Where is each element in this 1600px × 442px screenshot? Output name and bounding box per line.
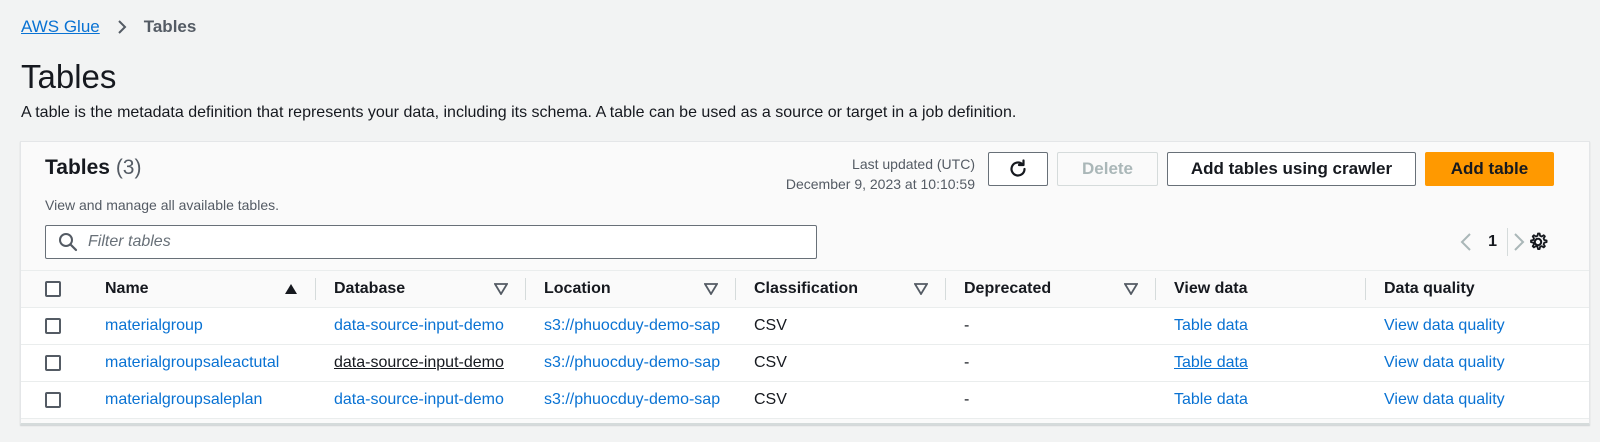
column-header-label: Classification bbox=[754, 280, 859, 297]
database-link[interactable]: data-source-input-demo bbox=[334, 354, 504, 371]
column-header-label: Name bbox=[105, 280, 149, 297]
container-title-text: Tables bbox=[45, 156, 110, 179]
column-header-location[interactable]: Location bbox=[526, 271, 736, 308]
page-number[interactable]: 1 bbox=[1488, 233, 1497, 251]
column-header-data-quality: Data quality bbox=[1366, 271, 1589, 308]
column-header-classification[interactable]: Classification bbox=[736, 271, 946, 308]
column-header-database[interactable]: Database bbox=[316, 271, 526, 308]
deprecated-value: - bbox=[964, 391, 970, 408]
database-link[interactable]: data-source-input-demo bbox=[334, 391, 504, 408]
location-link[interactable]: s3://phuocduy-demo-sap bbox=[544, 354, 720, 371]
column-header-label: Location bbox=[544, 280, 611, 297]
tables-table: Name Database Location Classification De… bbox=[21, 270, 1589, 419]
add-table-button[interactable]: Add table bbox=[1425, 152, 1554, 186]
last-updated: Last updated (UTC) December 9, 2023 at 1… bbox=[786, 154, 975, 194]
delete-button[interactable]: Delete bbox=[1057, 152, 1158, 186]
view-data-quality-link[interactable]: View data quality bbox=[1384, 354, 1505, 371]
last-updated-value: December 9, 2023 at 10:10:59 bbox=[785, 176, 975, 192]
search-icon bbox=[58, 232, 78, 252]
container-title: Tables (3) bbox=[45, 156, 141, 180]
classification-value: CSV bbox=[754, 354, 787, 371]
deprecated-value: - bbox=[964, 317, 970, 334]
filter-box bbox=[45, 225, 817, 259]
table-row: materialgroupsaleactutal data-source-inp… bbox=[21, 344, 1589, 382]
column-header-label: Data quality bbox=[1384, 280, 1475, 297]
table-count: (3) bbox=[115, 156, 142, 179]
sort-ascending-icon bbox=[284, 283, 298, 295]
column-header-label: View data bbox=[1174, 280, 1248, 297]
column-header-deprecated[interactable]: Deprecated bbox=[946, 271, 1156, 308]
filter-triangle-icon bbox=[1124, 283, 1138, 295]
header-select-all bbox=[21, 271, 105, 308]
row-checkbox[interactable] bbox=[45, 317, 61, 334]
filter-triangle-icon bbox=[914, 283, 928, 295]
breadcrumb: AWS Glue Tables bbox=[21, 17, 196, 37]
column-header-label: Database bbox=[334, 280, 406, 297]
container-description: View and manage all available tables. bbox=[45, 197, 280, 213]
column-header-view-data: View data bbox=[1156, 271, 1366, 308]
chevron-right-icon bbox=[116, 19, 128, 35]
table-name-link[interactable]: materialgroupsaleplan bbox=[105, 391, 262, 408]
last-updated-label: Last updated (UTC) bbox=[852, 156, 975, 172]
table-name-link[interactable]: materialgroupsaleactutal bbox=[105, 354, 279, 371]
breadcrumb-current: Tables bbox=[143, 17, 197, 36]
location-link[interactable]: s3://phuocduy-demo-sap bbox=[544, 317, 720, 334]
database-link[interactable]: data-source-input-demo bbox=[334, 317, 504, 334]
table-data-link[interactable]: Table data bbox=[1174, 354, 1248, 371]
settings-gear-icon[interactable] bbox=[1527, 231, 1549, 253]
breadcrumb-aws-glue-link[interactable]: AWS Glue bbox=[21, 17, 100, 37]
page-title: Tables bbox=[21, 58, 117, 95]
table-header-row: Name Database Location Classification De… bbox=[21, 270, 1589, 308]
chevron-left-icon[interactable] bbox=[1454, 230, 1478, 254]
refresh-icon bbox=[1007, 158, 1029, 180]
pager-divider bbox=[1507, 228, 1508, 256]
table-row: materialgroup data-source-input-demo s3:… bbox=[21, 307, 1589, 345]
view-data-quality-link[interactable]: View data quality bbox=[1384, 317, 1505, 334]
classification-value: CSV bbox=[754, 317, 787, 334]
add-tables-using-crawler-button[interactable]: Add tables using crawler bbox=[1167, 152, 1416, 186]
filter-triangle-icon bbox=[494, 283, 508, 295]
tables-container: Tables (3) View and manage all available… bbox=[20, 141, 1590, 425]
table-data-link[interactable]: Table data bbox=[1174, 391, 1248, 408]
select-all-checkbox[interactable] bbox=[45, 280, 61, 297]
refresh-button[interactable] bbox=[988, 152, 1048, 186]
filter-triangle-icon bbox=[704, 283, 718, 295]
classification-value: CSV bbox=[754, 391, 787, 408]
table-row: materialgroupsaleplan data-source-input-… bbox=[21, 381, 1589, 419]
column-header-label: Deprecated bbox=[964, 280, 1052, 297]
table-data-link[interactable]: Table data bbox=[1174, 317, 1248, 334]
filter-tables-input[interactable] bbox=[88, 233, 788, 251]
deprecated-value: - bbox=[964, 354, 970, 371]
column-header-name[interactable]: Name bbox=[105, 271, 316, 308]
view-data-quality-link[interactable]: View data quality bbox=[1384, 391, 1505, 408]
location-link[interactable]: s3://phuocduy-demo-sap bbox=[544, 391, 720, 408]
row-checkbox[interactable] bbox=[45, 391, 61, 408]
page-description: A table is the metadata definition that … bbox=[21, 104, 1017, 121]
table-name-link[interactable]: materialgroup bbox=[105, 317, 203, 334]
row-checkbox[interactable] bbox=[45, 354, 61, 371]
pagination: 1 bbox=[1454, 230, 1531, 254]
